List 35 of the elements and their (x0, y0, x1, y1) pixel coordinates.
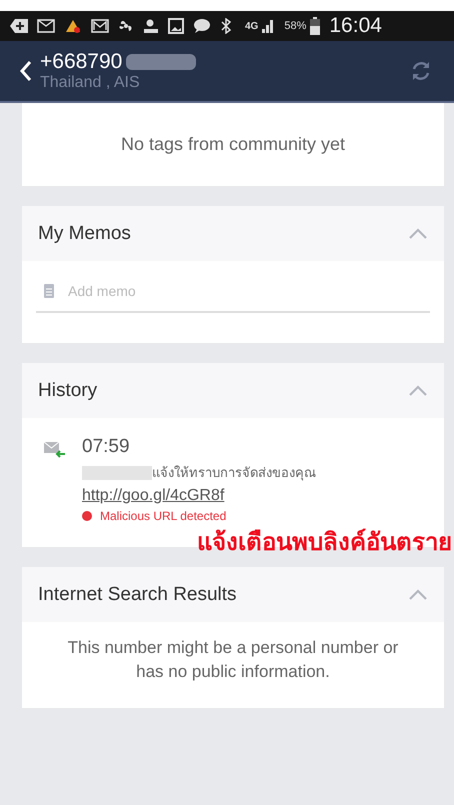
bluetooth-icon (220, 18, 232, 34)
refresh-icon[interactable] (410, 60, 432, 82)
battery-percent: 58% (284, 20, 306, 32)
incoming-message-icon (44, 442, 66, 458)
warning-caption: แจ้งเตือนพบลิงค์อันตราย (197, 527, 452, 558)
empty-tags-text: No tags from community yet (120, 134, 346, 155)
clock: 16:04 (329, 14, 382, 38)
app-icon (64, 18, 82, 34)
section-header[interactable]: Internet Search Results (22, 567, 444, 622)
phone-number: +668790 (40, 50, 122, 74)
message-time: 07:59 (82, 436, 131, 458)
battery-icon (310, 17, 320, 35)
message-link[interactable]: http://goo.gl/4cGR8f (82, 487, 316, 505)
chevron-icon (408, 228, 428, 240)
redaction (82, 466, 152, 480)
chevron-icon (408, 588, 428, 600)
note-icon (44, 284, 54, 298)
chevron-icon (408, 384, 428, 396)
notification-icon (10, 18, 28, 34)
warning-text: Malicious URL detected (100, 509, 226, 523)
search-result-text: This number might be a personal number or has no public information. (68, 638, 398, 681)
carrier-label: Thailand , AIS (40, 74, 141, 92)
network-label: 4G (245, 20, 258, 32)
section-header[interactable]: My Memos (22, 206, 444, 261)
signal-icon (261, 18, 276, 34)
person-icon (143, 18, 159, 34)
fan-icon (118, 18, 134, 34)
redaction (126, 54, 196, 70)
mail-icon (91, 19, 109, 33)
image-icon (168, 18, 184, 34)
message-text: แจ้งให้ทราบการจัดส่งของคุณ (152, 464, 316, 483)
section-header[interactable]: History (22, 363, 444, 418)
mail-icon (37, 19, 55, 33)
chat-icon (193, 18, 211, 34)
back-icon[interactable] (20, 60, 32, 82)
